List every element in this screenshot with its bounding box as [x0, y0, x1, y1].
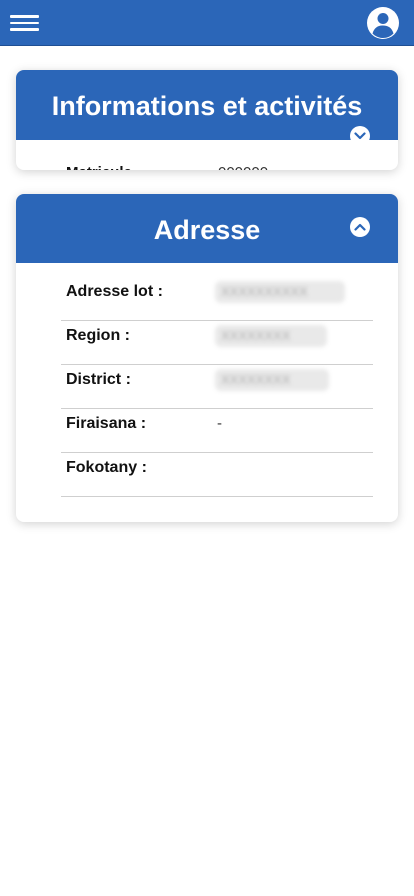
firaisana-label: Firaisana :: [66, 415, 147, 432]
hamburger-icon[interactable]: [10, 13, 39, 33]
adresse-lot-label: Adresse lot :: [66, 283, 163, 300]
adresse-row-firaisana: Firaisana : -: [61, 409, 373, 453]
adresse-card: Adresse Adresse lot : XXXXXXXXXX Region …: [16, 194, 398, 522]
info-card-header[interactable]: Informations et activités: [16, 70, 398, 140]
firaisana-value: -: [217, 415, 222, 432]
chevron-up-icon[interactable]: [350, 217, 370, 237]
chevron-down-icon[interactable]: [350, 126, 370, 146]
adresse-row-lot: Adresse lot : XXXXXXXXXX: [61, 277, 373, 321]
adresse-details-list: Adresse lot : XXXXXXXXXX Region : XXXXXX…: [61, 277, 373, 497]
adresse-row-district: District : XXXXXXXX: [61, 365, 373, 409]
region-value-redacted: XXXXXXXX: [215, 325, 327, 347]
fokotany-label: Fokotany :: [66, 459, 147, 476]
info-card: Matricule 000000 Informations et activit…: [16, 70, 398, 170]
info-card-title: Informations et activités: [51, 91, 363, 121]
info-peek-row: Matricule 000000: [66, 164, 376, 170]
adresse-card-header[interactable]: Adresse: [16, 194, 398, 263]
district-label: District :: [66, 371, 131, 388]
adresse-card-title: Adresse: [153, 215, 261, 245]
info-peek-label: Matricule: [66, 164, 132, 170]
user-circle-icon[interactable]: [366, 6, 400, 40]
adresse-lot-value-redacted: XXXXXXXXXX: [215, 281, 345, 303]
info-peek-value: 000000: [218, 164, 268, 170]
adresse-row-region: Region : XXXXXXXX: [61, 321, 373, 365]
top-app-bar: [0, 0, 414, 46]
district-value-redacted: XXXXXXXX: [215, 369, 329, 391]
adresse-row-fokotany: Fokotany :: [61, 453, 373, 497]
region-label: Region :: [66, 327, 130, 344]
